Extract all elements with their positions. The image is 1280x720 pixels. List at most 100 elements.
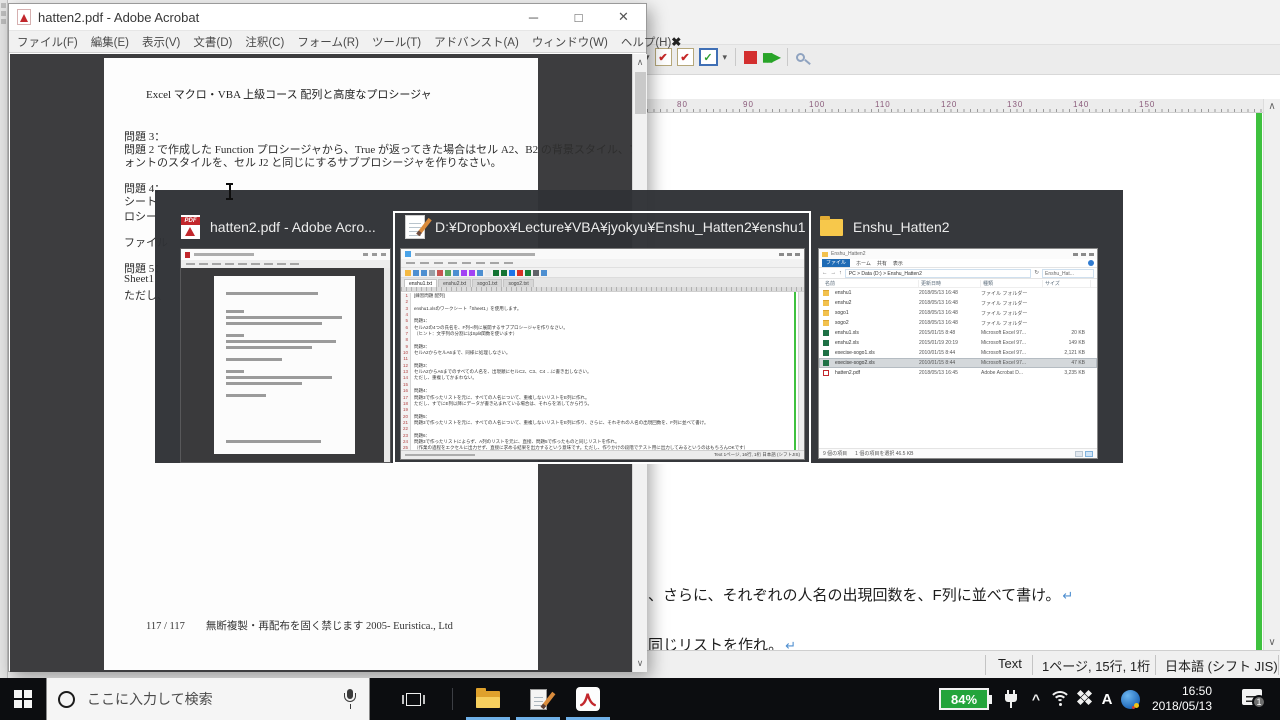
scroll-down-icon[interactable]: ∨ [633, 658, 647, 669]
minimize-button[interactable]: ─ [511, 4, 556, 30]
taskbar-acrobat[interactable] [564, 678, 612, 720]
action-center-button[interactable]: 1 [1234, 678, 1274, 720]
pdf-thumb-text-blur [226, 394, 266, 397]
file-date: 2018/05/13 16:48 [919, 290, 981, 296]
file-row[interactable]: enshu1.xls2015/01/15 8:48Microsoft Excel… [819, 328, 1097, 338]
up-icon[interactable]: ↑ [839, 270, 842, 276]
ime-indicator[interactable]: A [1098, 678, 1116, 720]
refresh-icon[interactable]: ↻ [1034, 270, 1039, 276]
menubar-item[interactable]: アドバンスト(A) [434, 34, 519, 50]
editor-tab[interactable]: enshu1.txt [404, 279, 437, 287]
file-row[interactable]: execise-sogo1.xls2010/01/15 8:44Microsof… [819, 348, 1097, 358]
thumbnail-acrobat[interactable] [180, 248, 391, 463]
menubar-item[interactable]: ウィンドウ(W) [532, 34, 608, 50]
stop-icon[interactable] [744, 51, 757, 64]
maximize-button[interactable]: □ [556, 4, 601, 30]
file-name: enshu2 [835, 300, 919, 306]
power-plug-icon[interactable] [1000, 678, 1022, 720]
menubar-item[interactable]: フォーム(R) [297, 34, 359, 50]
wifi-icon[interactable] [1048, 678, 1072, 720]
file-row[interactable]: sogo22018/05/13 16:48ファイル フォルダー [819, 318, 1097, 328]
microphone-icon[interactable] [343, 689, 357, 709]
file-name: enshu1 [835, 290, 919, 296]
scroll-up-icon[interactable]: ∧ [1264, 101, 1280, 112]
scroll-up-icon[interactable]: ∧ [633, 57, 647, 68]
column-header[interactable]: 種類 [981, 280, 1043, 287]
forward-icon[interactable]: → [831, 270, 837, 276]
taskbar-clock[interactable]: 16:50 2018/05/13 [1146, 678, 1212, 720]
file-row[interactable]: execise-sogo2.xls2010/01/15 8:44Microsof… [819, 358, 1097, 368]
file-row[interactable]: enshu12018/05/13 16:48ファイル フォルダー [819, 288, 1097, 298]
list-view-icon[interactable] [1085, 451, 1093, 457]
menubar-item[interactable]: 文書(D) [193, 34, 232, 50]
file-row[interactable]: sogo12018/05/13 16:48ファイル フォルダー [819, 308, 1097, 318]
start-button[interactable] [0, 678, 46, 720]
menubar-item[interactable]: 編集(E) [91, 34, 129, 50]
help-icon[interactable] [1088, 260, 1094, 266]
menubar-item[interactable]: ツール(T) [372, 34, 421, 50]
folder-icon [823, 290, 829, 296]
menubar-item[interactable]: 注釈(C) [245, 34, 284, 50]
mini-explorer-ribbon: ファイル ホーム 共有 表示 [819, 259, 1097, 268]
explorer-search-box[interactable]: Enshu_Hat... [1042, 269, 1094, 278]
pdf-text-line: ロシー [124, 208, 157, 224]
toolbar-chip-icon [485, 270, 491, 276]
app-sphere-icon[interactable] [1118, 678, 1142, 720]
file-size: 3,235 KB [1043, 370, 1091, 376]
switcher-item-acrobat[interactable]: hatten2.pdf - Adobe Acro... [181, 213, 376, 241]
selection-info: 1 個の項目を選択 46.5 KB [855, 450, 913, 457]
menubar-item[interactable]: ファイル(F) [17, 34, 78, 50]
editor-tab[interactable]: sogo2.txt [503, 279, 533, 287]
taskbar-search-box[interactable]: ここに入力して検索 [46, 678, 370, 720]
ribbon-tab-share[interactable]: 共有 [877, 260, 887, 267]
file-date: 2018/05/13 16:48 [919, 300, 981, 306]
taskbar-file-explorer[interactable] [464, 678, 512, 720]
column-header[interactable]: 名前 [823, 280, 919, 287]
folder-icon [823, 310, 829, 316]
file-type: Microsoft Excel 97... [981, 360, 1043, 366]
switcher-item-editor[interactable]: D:¥Dropbox¥Lecture¥VBA¥jyokyu¥Enshu_Hatt… [405, 213, 805, 241]
close-button[interactable]: ✕ [601, 4, 646, 30]
file-row[interactable]: enshu22018/05/13 16:48ファイル フォルダー [819, 298, 1097, 308]
scrollbar-thumb[interactable] [635, 72, 646, 114]
file-type: Microsoft Excel 97... [981, 330, 1043, 336]
file-row[interactable]: enshu2.xls2015/01/19 20:19Microsoft Exce… [819, 338, 1097, 348]
macro-save-icon[interactable]: ✔ [677, 48, 694, 66]
back-icon[interactable]: ← [822, 270, 828, 276]
thumbnail-editor[interactable]: enshu1.txtenshu2.txtsogo1.txtsogo2.txt 1… [400, 248, 805, 460]
file-name: sogo2 [835, 320, 919, 326]
editor-tab[interactable]: sogo1.txt [472, 279, 502, 287]
macro-dialog-icon[interactable]: ✓ [699, 48, 718, 66]
switcher-item-folder[interactable]: Enshu_Hatten2 [820, 213, 950, 241]
task-view-button[interactable] [392, 678, 434, 720]
battery-indicator[interactable]: 84% [936, 678, 992, 720]
excel-icon [823, 360, 829, 366]
ribbon-file-tab[interactable]: ファイル [822, 259, 850, 267]
fast-play-icon[interactable]: ▮▮▶ [762, 50, 778, 64]
mini-wrap-guide [794, 292, 796, 450]
bg-editor-scrollbar[interactable]: ∧ ∨ [1263, 99, 1280, 650]
mini-control [795, 253, 800, 256]
macro-dropdown-icon[interactable]: ▾ [723, 52, 728, 63]
folder-icon [823, 300, 829, 306]
ribbon-tab-home[interactable]: ホーム [856, 260, 871, 267]
document-close-icon[interactable]: ✖ [671, 35, 681, 49]
menubar-item[interactable]: 表示(V) [142, 34, 180, 50]
column-header[interactable]: サイズ [1043, 280, 1091, 287]
editor-tab[interactable]: enshu2.txt [438, 279, 471, 287]
return-mark-icon: ↵ [785, 638, 796, 650]
hidden-icons-chevron[interactable]: ^ [1026, 678, 1046, 720]
column-header[interactable]: 更新日時 [919, 280, 981, 287]
file-row[interactable]: hatten2.pdf2018/05/13 16:45Adobe Acrobat… [819, 368, 1097, 378]
pin-icon[interactable] [796, 53, 805, 62]
acrobat-titlebar[interactable]: hatten2.pdf - Adobe Acrobat ─ □ ✕ [9, 4, 646, 30]
ribbon-tab-view[interactable]: 表示 [893, 260, 903, 267]
menubar-item[interactable]: ヘルプ(H) [621, 34, 671, 50]
details-view-icon[interactable] [1075, 451, 1083, 457]
thumbnail-explorer[interactable]: Enshu_Hatten2 ファイル ホーム 共有 表示 ← → ↑ PC > … [818, 248, 1098, 459]
breadcrumb[interactable]: PC > Data (D:) > Enshu_Hatten2 [845, 269, 1032, 278]
macro-record-icon[interactable]: ✔ [655, 48, 672, 66]
scroll-down-icon[interactable]: ∨ [1264, 637, 1280, 648]
dropbox-icon[interactable] [1074, 678, 1096, 720]
taskbar-text-editor[interactable] [514, 678, 562, 720]
